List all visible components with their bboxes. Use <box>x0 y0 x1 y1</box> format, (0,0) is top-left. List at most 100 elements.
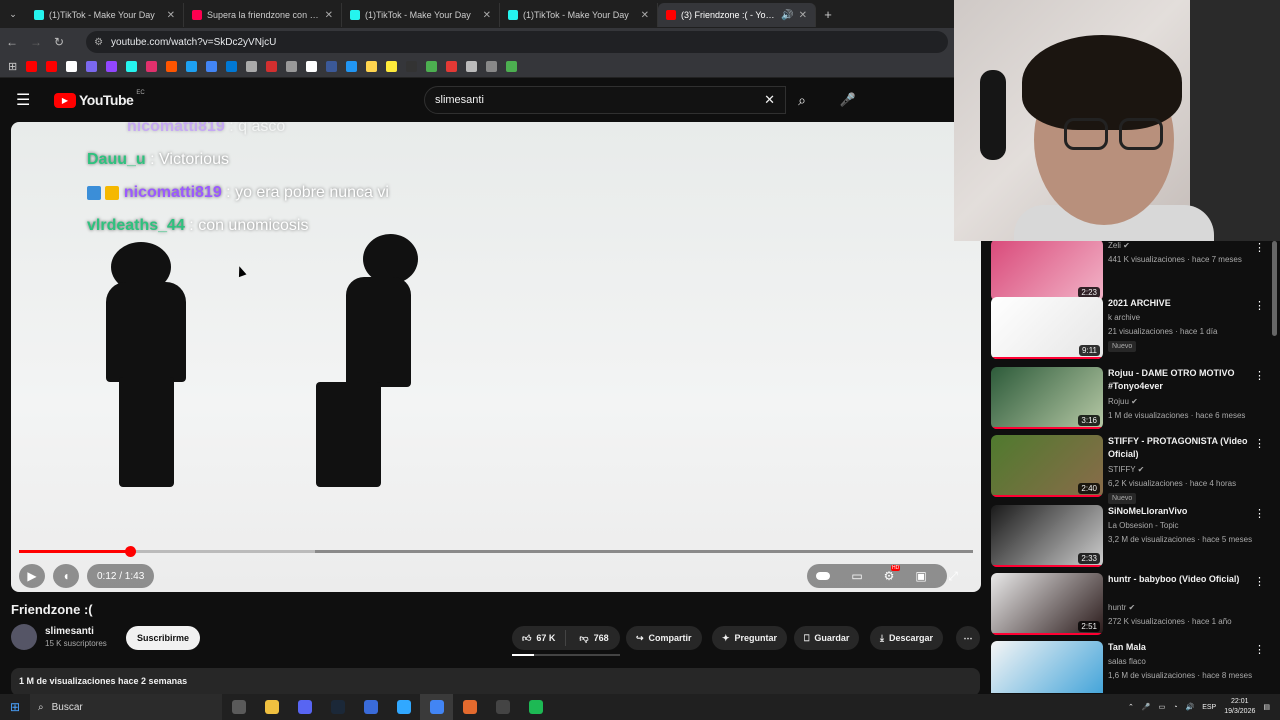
dislike-button[interactable]: 👎︎ 768 <box>571 633 616 644</box>
forward-icon[interactable]: → <box>30 35 42 49</box>
recommended-channel[interactable]: salas flaco <box>1108 655 1146 669</box>
taskbar-app-icon[interactable] <box>255 694 288 720</box>
bookmark-icon[interactable] <box>126 61 138 72</box>
bookmark-icon[interactable] <box>166 61 178 72</box>
channel-name[interactable]: slimesanti <box>45 626 107 637</box>
recommended-title[interactable]: 2021 ARCHIVE <box>1108 297 1254 310</box>
video-player[interactable]: nicomatti819 : q asco Dauu_u : Victoriou… <box>11 122 981 592</box>
taskbar-app-icon[interactable] <box>519 694 552 720</box>
video-thumbnail[interactable] <box>991 641 1103 693</box>
like-button[interactable]: 👍︎ 67 K <box>512 630 567 646</box>
windows-start-icon[interactable]: ⊞ <box>0 700 30 714</box>
bookmark-icon[interactable] <box>426 61 438 72</box>
search-button[interactable]: ⌕ <box>786 86 818 114</box>
description-box[interactable]: 1 M de visualizaciones hace 2 semanas <box>11 668 980 696</box>
taskbar-app-icon[interactable] <box>420 694 453 720</box>
bookmark-icon[interactable] <box>226 61 238 72</box>
recommended-channel[interactable]: k archive <box>1108 311 1140 325</box>
bookmark-icon[interactable] <box>346 61 358 72</box>
video-thumbnail[interactable]: 2:40 <box>991 435 1103 497</box>
bookmark-icon[interactable] <box>106 61 118 72</box>
reload-icon[interactable]: ↻ <box>54 35 64 49</box>
ask-button[interactable]: ✦ Preguntar <box>712 626 788 650</box>
bookmark-icon[interactable] <box>246 61 258 72</box>
bookmark-icon[interactable] <box>286 61 298 72</box>
taskbar-app-icon[interactable] <box>321 694 354 720</box>
tab-youtube[interactable]: (3) Friendzone :( - YouTube 🔊 ✕ <box>658 3 816 27</box>
speaker-icon[interactable]: 🔊 <box>1185 703 1194 711</box>
more-options-icon[interactable]: ⋮ <box>1254 299 1265 312</box>
bookmark-icon[interactable] <box>406 61 418 72</box>
more-options-icon[interactable]: ⋮ <box>1254 507 1265 520</box>
clock[interactable]: 22:01 19/3/2026 <box>1224 697 1255 717</box>
apps-icon[interactable]: ⊞ <box>8 60 17 73</box>
subtitles-button[interactable]: ▭ <box>847 564 867 588</box>
taskbar-app-icon[interactable] <box>288 694 321 720</box>
settings-button[interactable]: ⚙ HD <box>879 564 901 588</box>
video-thumbnail[interactable]: 2:33 <box>991 505 1103 567</box>
recommended-video[interactable]: 2:51 huntr - babyboo (Video Oficial) huntr… <box>991 573 1280 639</box>
search-input[interactable]: slimesanti ✕ <box>424 86 786 114</box>
tab-tiktok-3[interactable]: (1)TikTok - Make Your Day ✕ <box>500 3 658 27</box>
close-icon[interactable]: ✕ <box>325 10 333 21</box>
battery-icon[interactable]: ▭ <box>1159 703 1166 711</box>
recommended-title[interactable]: STIFFY - PROTAGONISTA (Video Oficial) <box>1108 435 1254 461</box>
bookmark-icon[interactable] <box>186 61 198 72</box>
scrubber-handle[interactable] <box>124 546 136 557</box>
more-options-icon[interactable]: ⋮ <box>1254 369 1265 382</box>
bookmark-icon[interactable] <box>366 61 378 72</box>
recommended-video[interactable]: 2:23 Zeli ✔︎ 441 K visualizaciones · hace … <box>991 241 1280 305</box>
bookmark-icon[interactable] <box>46 61 58 72</box>
play-button[interactable]: ▶ <box>19 564 45 588</box>
close-icon[interactable]: ✕ <box>167 10 175 21</box>
recommended-video[interactable]: Tan Mala salas flaco 1,6 M de visualizacio… <box>991 641 1280 693</box>
bookmark-icon[interactable] <box>326 61 338 72</box>
video-thumbnail[interactable]: 9:11 <box>991 297 1103 359</box>
recommended-video[interactable]: 3:16 Rojuu - DAME OTRO MOTIVO #Tonyo4ever… <box>991 367 1280 433</box>
tab-friendzone-article[interactable]: Supera la friendzone con conse ✕ <box>184 3 342 27</box>
site-info-icon[interactable]: ⚙ <box>94 37 103 48</box>
recommended-title[interactable]: huntr - babyboo (Video Oficial) <box>1108 573 1254 586</box>
bookmark-icon[interactable] <box>486 61 498 72</box>
autoplay-toggle[interactable] <box>813 564 833 588</box>
youtube-logo[interactable]: ▶ YouTube EC <box>54 90 145 108</box>
bookmark-icon[interactable] <box>26 61 38 72</box>
clear-search-icon[interactable]: ✕ <box>764 92 775 108</box>
tab-search-icon[interactable]: ⌄ <box>0 9 26 20</box>
recommended-video[interactable]: 2:40 STIFFY - PROTAGONISTA (Video Oficial… <box>991 435 1280 504</box>
bookmark-icon[interactable] <box>266 61 278 72</box>
more-options-icon[interactable]: ⋮ <box>1254 575 1265 588</box>
bookmark-icon[interactable] <box>86 61 98 72</box>
speaker-icon[interactable]: 🔊 <box>781 10 793 21</box>
more-options-icon[interactable]: ⋮ <box>1254 643 1265 656</box>
microphone-icon[interactable]: 🎤 <box>1142 703 1151 711</box>
recommended-video[interactable]: 2:33 SiNoMeLloranVivo La Obsesion - Topic 3… <box>991 505 1280 571</box>
taskbar-app-icon[interactable] <box>486 694 519 720</box>
close-icon[interactable]: ✕ <box>641 10 649 21</box>
voice-search-button[interactable]: 🎤 <box>834 86 862 114</box>
tab-tiktok-1[interactable]: (1)TikTok - Make Your Day ✕ <box>26 3 184 27</box>
theater-mode-button[interactable]: ▣ <box>911 564 931 588</box>
save-button[interactable]: ⎕ Guardar <box>794 626 860 650</box>
progress-bar[interactable] <box>19 546 973 557</box>
share-button[interactable]: ↪ Compartir <box>626 626 702 650</box>
close-icon[interactable]: ✕ <box>483 10 491 21</box>
bookmark-icon[interactable] <box>506 61 518 72</box>
recommended-channel[interactable]: Zeli ✔︎ <box>1108 241 1130 253</box>
bookmark-icon[interactable] <box>146 61 158 72</box>
bookmark-icon[interactable] <box>306 61 318 72</box>
taskbar-search[interactable]: ⌕ Buscar <box>30 694 222 720</box>
taskbar-app-icon[interactable] <box>354 694 387 720</box>
notifications-icon[interactable]: ▤ <box>1263 703 1270 711</box>
recommended-title[interactable]: Tan Mala <box>1108 641 1254 654</box>
tab-tiktok-2[interactable]: (1)TikTok - Make Your Day ✕ <box>342 3 500 27</box>
bookmark-icon[interactable] <box>466 61 478 72</box>
recommended-channel[interactable]: La Obsesion - Topic <box>1108 519 1179 533</box>
more-options-icon[interactable]: ⋮ <box>1254 437 1265 450</box>
recommended-channel[interactable]: Rojuu ✔︎ <box>1108 395 1138 409</box>
bookmark-icon[interactable] <box>66 61 78 72</box>
fullscreen-button[interactable]: ⤢ <box>943 564 963 588</box>
close-icon[interactable]: ✕ <box>799 10 807 21</box>
taskbar-app-icon[interactable] <box>387 694 420 720</box>
recommended-channel[interactable]: STIFFY ✔︎ <box>1108 463 1144 477</box>
